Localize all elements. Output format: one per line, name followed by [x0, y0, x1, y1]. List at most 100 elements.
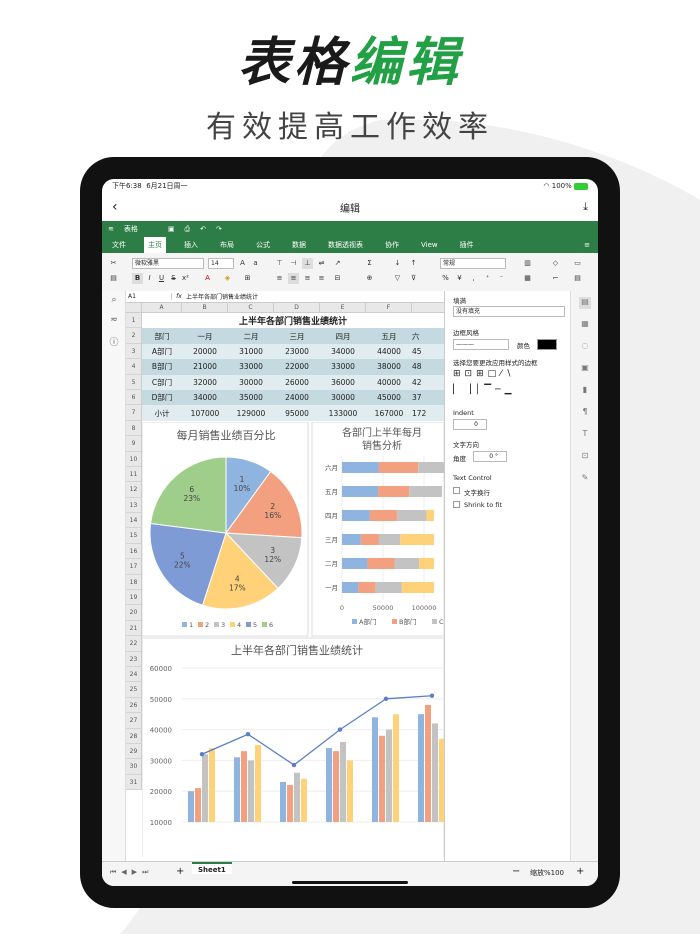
print-icon[interactable]: ⎙ — [185, 225, 191, 234]
row-header[interactable]: 29 — [126, 744, 141, 760]
column-header[interactable]: C — [228, 303, 274, 312]
search-icon[interactable]: ⌕ — [108, 295, 120, 307]
row-header[interactable]: 30 — [126, 759, 141, 775]
row-header[interactable]: 26 — [126, 698, 141, 714]
column-header[interactable]: F — [366, 303, 412, 312]
redo-icon[interactable]: ↷ — [216, 225, 222, 233]
angle-stepper[interactable]: 0 ° — [473, 451, 507, 462]
text-art-icon[interactable]: T — [579, 429, 591, 441]
border-style-select[interactable]: ——— — [453, 339, 509, 350]
align-center-icon[interactable]: ≡ — [288, 273, 299, 284]
chart-icon[interactable]: ▮ — [579, 385, 591, 397]
row-header[interactable]: 17 — [126, 559, 141, 575]
border-color-swatch[interactable] — [537, 339, 557, 350]
zoom-in-icon[interactable]: + — [576, 866, 584, 877]
paste-icon[interactable]: ▤ — [108, 273, 119, 284]
cell-format-icon[interactable]: ▤ — [579, 297, 591, 309]
align-right-icon[interactable]: ≡ — [302, 273, 313, 284]
row-header[interactable]: 9 — [126, 436, 141, 452]
currency-icon[interactable]: ¥ — [454, 273, 465, 284]
cell-ref-input[interactable]: A1 — [126, 293, 172, 300]
font-color-icon[interactable]: A — [202, 273, 213, 284]
info-icon[interactable]: ⓘ — [108, 335, 120, 348]
column-header[interactable]: E — [320, 303, 366, 312]
format-painter-icon[interactable]: ⌐ — [550, 273, 561, 284]
shape-icon[interactable]: ◌ — [579, 341, 591, 353]
row-header[interactable]: 31 — [126, 775, 141, 791]
row-header[interactable]: 7 — [126, 405, 141, 421]
tab-plugins[interactable]: 插件 — [456, 237, 478, 253]
zoom-out-icon[interactable]: − — [512, 866, 520, 877]
table-header-row[interactable]: 部门 一月 二月 三月 四月 五月 六 — [142, 328, 444, 344]
shrink-checkbox[interactable] — [453, 501, 460, 508]
row-header[interactable]: 10 — [126, 452, 141, 467]
row-header[interactable]: 22 — [126, 636, 141, 652]
font-select[interactable]: 微软雅黑 — [132, 258, 204, 269]
corner-cell[interactable] — [126, 303, 142, 312]
code-icon[interactable]: ≂ — [108, 315, 120, 327]
filter-icon[interactable]: ▽ — [392, 273, 403, 284]
back-icon[interactable]: ‹ — [112, 199, 118, 215]
number-format-select[interactable]: 常规 — [440, 258, 506, 269]
pivot-icon[interactable]: ⊡ — [579, 451, 591, 463]
row-header[interactable]: 4 — [126, 359, 141, 375]
row-header[interactable]: 14 — [126, 513, 141, 529]
column-header[interactable]: A — [142, 303, 182, 312]
font-size-select[interactable]: 14 — [208, 258, 234, 269]
row-header[interactable]: 13 — [126, 498, 141, 514]
column-header[interactable]: D — [274, 303, 320, 312]
grow-font-icon[interactable]: A — [237, 258, 248, 269]
tab-pivot[interactable]: 数据透视表 — [324, 237, 367, 253]
row-header[interactable]: 2 — [126, 328, 141, 344]
align-left-icon[interactable]: ≡ — [274, 273, 285, 284]
tab-file[interactable]: 文件 — [108, 237, 130, 253]
cut-icon[interactable]: ✂ — [108, 258, 119, 269]
insert-cell-icon[interactable]: ⊕ — [364, 273, 375, 284]
table-title[interactable]: 上半年各部门销售业绩统计 — [142, 313, 444, 328]
border-buttons-row-1[interactable]: ⊞⊡⊞□⁄∖ — [453, 369, 515, 379]
fill-color-icon[interactable]: ◈ — [222, 273, 233, 284]
row-header[interactable]: 20 — [126, 605, 141, 621]
border-icon[interactable]: ⊞ — [242, 273, 253, 284]
menu-icon[interactable]: ≡ — [584, 241, 590, 249]
save-icon[interactable]: ▣ — [168, 225, 175, 233]
row-header[interactable]: 3 — [126, 344, 141, 360]
decrease-decimal-icon[interactable]: ⁻ — [496, 273, 507, 284]
tab-view[interactable]: View — [417, 237, 442, 253]
row-header[interactable]: 24 — [126, 667, 141, 683]
add-sheet-icon[interactable]: + — [176, 866, 184, 877]
tab-insert[interactable]: 插入 — [180, 237, 202, 253]
italic-icon[interactable]: I — [144, 273, 155, 284]
table-row[interactable]: A部门 20000 31000 23000 34000 44000 45 — [142, 343, 444, 360]
row-header[interactable]: 18 — [126, 575, 141, 591]
comment-icon[interactable]: ✎ — [579, 473, 591, 485]
style-icon[interactable]: ▭ — [572, 258, 583, 269]
row-header[interactable]: 5 — [126, 375, 141, 390]
tab-collab[interactable]: 协作 — [381, 237, 403, 253]
row-header[interactable]: 21 — [126, 621, 141, 637]
formula-input[interactable]: 上半年各部门销售业绩统计 — [186, 292, 258, 301]
row-header[interactable]: 8 — [126, 421, 141, 437]
row-header[interactable]: 28 — [126, 729, 141, 744]
download-icon[interactable]: ⤓ — [583, 200, 588, 214]
indent-stepper[interactable]: 0 — [453, 419, 487, 430]
table-style-icon[interactable]: ▤ — [572, 273, 583, 284]
bold-icon[interactable]: B — [132, 273, 143, 284]
superscript-icon[interactable]: x² — [180, 273, 191, 284]
row-header[interactable]: 25 — [126, 682, 141, 698]
sort-desc-icon[interactable]: ↑ — [408, 258, 419, 269]
wrap-checkbox[interactable] — [453, 487, 460, 494]
charts-area[interactable]: 每月销售业绩百分比110%216%312%417%522%623%1 2 3 4 5 6各… — [142, 421, 444, 857]
row-header[interactable]: 6 — [126, 390, 141, 406]
row-header[interactable]: 23 — [126, 652, 141, 667]
spreadsheet-grid[interactable]: A B C D E F 1 2 3 4 5 6 7 8 9 10 11 12 13 14 15 16 17 18 1… — [126, 303, 444, 857]
row-header[interactable]: 16 — [126, 544, 141, 560]
image-icon[interactable]: ▣ — [579, 363, 591, 375]
row-header[interactable]: 1 — [126, 313, 141, 329]
thousands-icon[interactable]: , — [468, 273, 479, 284]
percent-icon[interactable]: % — [440, 273, 451, 284]
table-row[interactable]: D部门 34000 35000 24000 30000 45000 37 — [142, 389, 444, 406]
wrap-icon[interactable]: ⇌ — [316, 258, 327, 269]
row-header[interactable]: 15 — [126, 528, 141, 544]
row-header[interactable]: 12 — [126, 482, 141, 498]
